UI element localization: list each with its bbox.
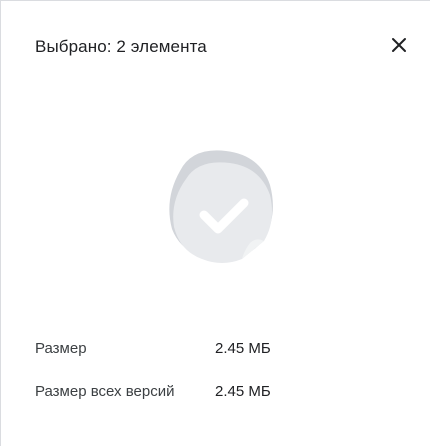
detail-label: Размер	[35, 340, 87, 357]
close-icon	[391, 37, 407, 58]
close-button[interactable]	[381, 29, 417, 65]
detail-row-size: Размер 2.45 МБ	[35, 338, 415, 359]
details-list: Размер 2.45 МБ Размер всех версий 2.45 М…	[35, 338, 415, 424]
detail-label: Размер всех версий	[35, 383, 175, 400]
multi-select-check-icon	[146, 135, 286, 275]
detail-value: 2.45 МБ	[215, 340, 271, 357]
panel-title: Выбрано: 2 элемента	[35, 37, 207, 56]
detail-row-all-versions-size: Размер всех версий 2.45 МБ	[35, 381, 415, 402]
front-sheet	[173, 162, 272, 263]
panel-header: Выбрано: 2 элемента	[1, 1, 430, 97]
details-panel: Выбрано: 2 элемента Размер 2.45 МБ Разме…	[0, 0, 430, 446]
detail-value: 2.45 МБ	[215, 383, 271, 400]
